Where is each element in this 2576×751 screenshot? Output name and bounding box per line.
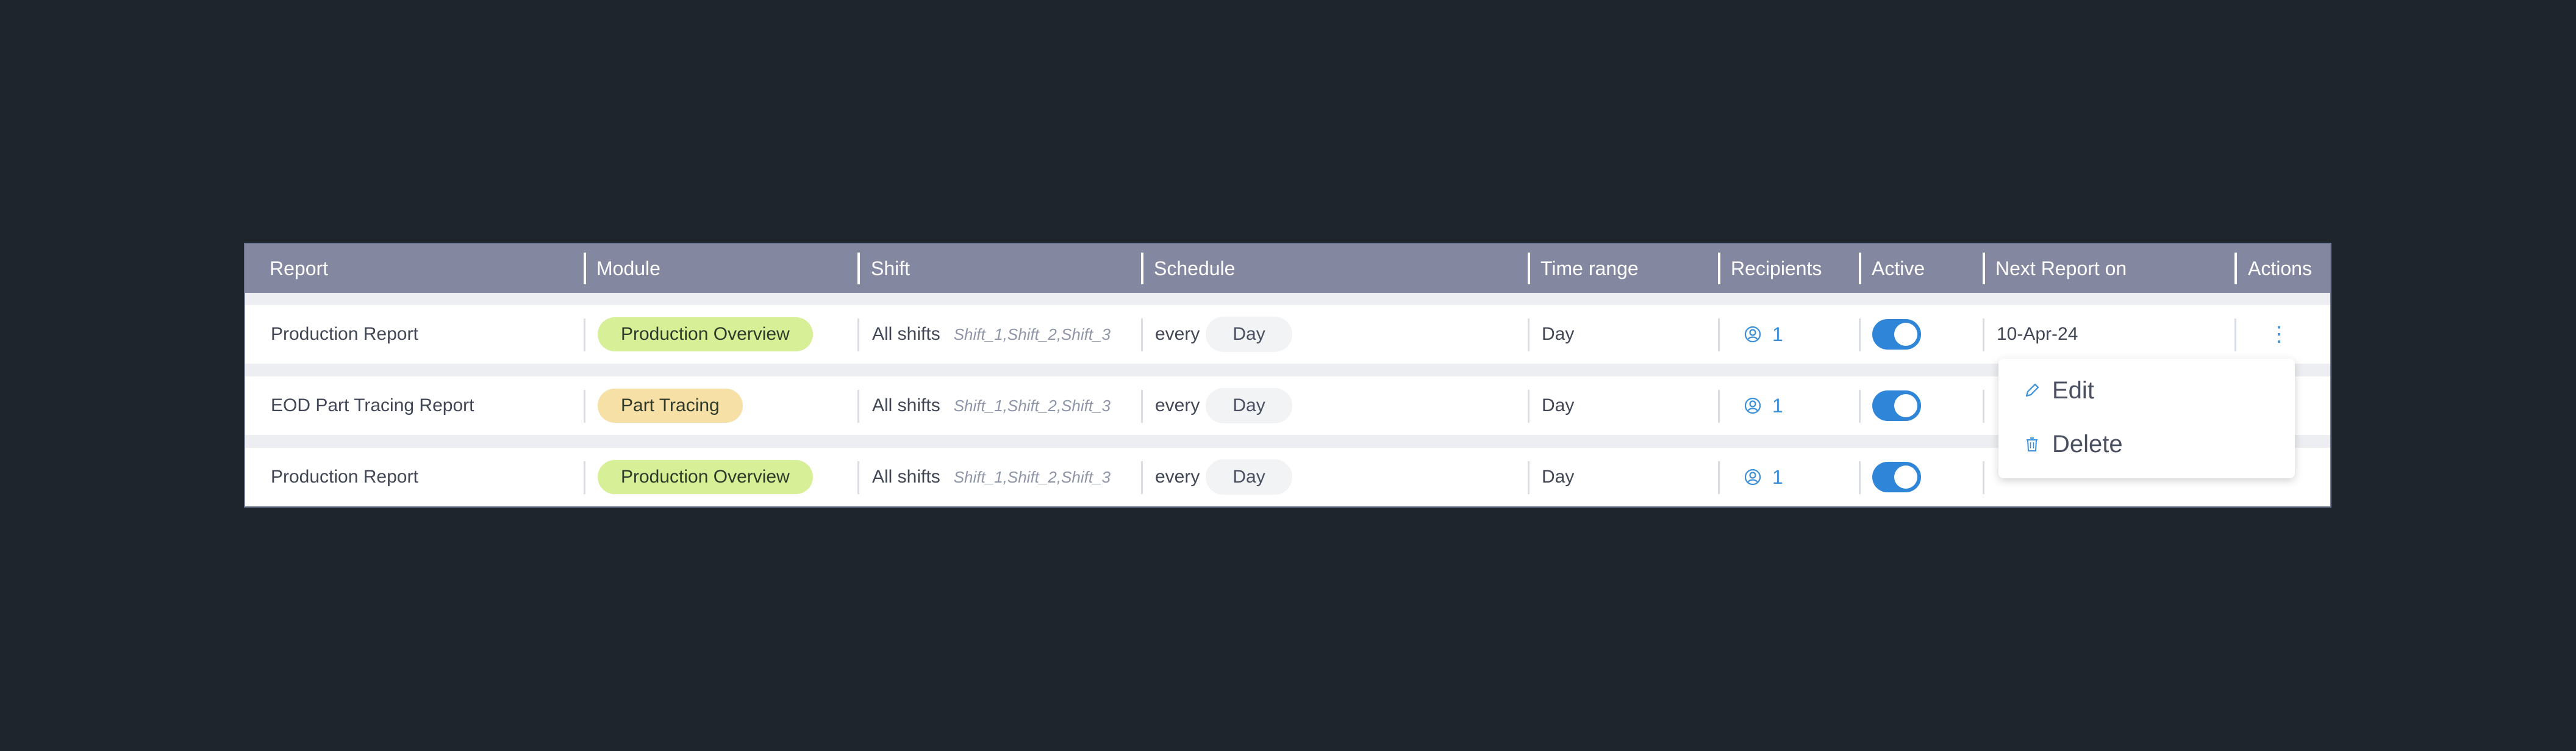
shift-label: All shifts [872, 395, 940, 415]
header-time-range[interactable]: Time range [1540, 244, 1639, 293]
schedule-every: every [1155, 324, 1200, 344]
user-circle-icon [1744, 397, 1761, 414]
header-shift[interactable]: Shift [871, 244, 910, 293]
header-divider [2234, 253, 2237, 284]
cell-divider [1528, 461, 1530, 494]
cell-divider [584, 461, 585, 494]
shift-label: All shifts [872, 467, 940, 487]
delete-menu-item[interactable]: Delete [2023, 426, 2123, 462]
module-badge: Part Tracing [598, 389, 743, 423]
schedule-unit: Day [1206, 388, 1292, 423]
cell-divider [1528, 318, 1530, 351]
active-toggle[interactable] [1872, 390, 1921, 421]
recipients-count: 1 [1772, 465, 1783, 488]
time-range: Day [1542, 324, 1575, 344]
next-report-date: 10-Apr-24 [1997, 324, 2078, 344]
header-divider [1859, 253, 1861, 284]
edit-label: Edit [2052, 376, 2094, 404]
cell-divider [1983, 390, 1984, 423]
active-cell [1872, 305, 1921, 364]
cell-divider [1718, 390, 1720, 423]
cell-divider [1141, 390, 1143, 423]
schedule-cell: every Day [1155, 305, 1292, 364]
module-cell: Part Tracing [598, 376, 743, 435]
user-circle-icon [1744, 469, 1761, 486]
shift-detail: Shift_1,Shift_2,Shift_3 [953, 325, 1111, 343]
header-module[interactable]: Module [596, 244, 660, 293]
edit-menu-item[interactable]: Edit [2023, 372, 2094, 409]
cell-divider [1983, 461, 1984, 494]
schedule-every: every [1155, 395, 1200, 415]
recipients-link[interactable]: 1 [1744, 376, 1783, 435]
schedule-cell: every Day [1155, 376, 1292, 435]
recipients-count: 1 [1772, 394, 1783, 417]
header-divider [1141, 253, 1143, 284]
header-actions: Actions [2248, 257, 2312, 279]
time-range: Day [1542, 395, 1575, 415]
cell-divider [584, 318, 585, 351]
active-cell [1872, 448, 1921, 506]
shift-cell: All shifts Shift_1,Shift_2,Shift_3 [872, 305, 1111, 364]
kebab-menu-icon[interactable]: ⋮ [2269, 324, 2289, 345]
trash-icon [2027, 437, 2038, 451]
report-name: Production Report [271, 324, 418, 344]
cell-divider [1983, 318, 1984, 351]
recipients-link[interactable]: 1 [1744, 305, 1783, 364]
user-circle-icon [1744, 326, 1761, 343]
header-divider [857, 253, 860, 284]
header-schedule[interactable]: Schedule [1154, 244, 1235, 293]
time-range: Day [1542, 467, 1575, 487]
schedule-every: every [1155, 467, 1200, 487]
cell-divider [1859, 390, 1861, 423]
cell-divider [1718, 461, 1720, 494]
cell-divider [857, 461, 859, 494]
delete-label: Delete [2052, 430, 2123, 458]
cell-divider [1528, 390, 1530, 423]
shift-detail: Shift_1,Shift_2,Shift_3 [953, 396, 1111, 415]
shift-detail: Shift_1,Shift_2,Shift_3 [953, 467, 1111, 486]
module-badge: Production Overview [598, 460, 813, 494]
recipients-link[interactable]: 1 [1744, 448, 1783, 506]
cell-divider [857, 318, 859, 351]
table-header: Report Module Shift Schedule Time range … [245, 244, 2330, 293]
schedule-unit: Day [1206, 317, 1292, 352]
row-actions-menu: Edit Delete [1998, 359, 2295, 478]
actions-cell: ⋮ [2269, 305, 2289, 364]
header-divider [1983, 253, 1985, 284]
header-divider [1718, 253, 1720, 284]
active-toggle[interactable] [1872, 319, 1921, 350]
cell-divider [584, 390, 585, 423]
report-name: Production Report [271, 467, 418, 487]
header-divider [584, 253, 586, 284]
cell-divider [1859, 461, 1861, 494]
active-cell [1872, 376, 1921, 435]
shift-cell: All shifts Shift_1,Shift_2,Shift_3 [872, 448, 1111, 506]
pencil-icon [2025, 383, 2039, 397]
header-next-report[interactable]: Next Report on [1995, 244, 2127, 293]
schedule-unit: Day [1206, 459, 1292, 495]
header-report[interactable]: Report [270, 244, 328, 293]
module-badge: Production Overview [598, 317, 813, 351]
active-toggle[interactable] [1872, 462, 1921, 492]
cell-divider [1141, 461, 1143, 494]
shift-cell: All shifts Shift_1,Shift_2,Shift_3 [872, 376, 1111, 435]
header-divider [1528, 253, 1530, 284]
schedule-cell: every Day [1155, 448, 1292, 506]
header-active[interactable]: Active [1872, 244, 1925, 293]
module-cell: Production Overview [598, 305, 813, 364]
recipients-count: 1 [1772, 323, 1783, 345]
cell-divider [1859, 318, 1861, 351]
cell-divider [1141, 318, 1143, 351]
cell-divider [1718, 318, 1720, 351]
module-cell: Production Overview [598, 448, 813, 506]
cell-divider [857, 390, 859, 423]
cell-divider [2234, 318, 2236, 351]
report-name: EOD Part Tracing Report [271, 395, 474, 415]
header-recipients[interactable]: Recipients [1731, 244, 1822, 293]
table-row[interactable]: Production Report Production Overview Al… [245, 305, 2330, 364]
shift-label: All shifts [872, 324, 940, 344]
